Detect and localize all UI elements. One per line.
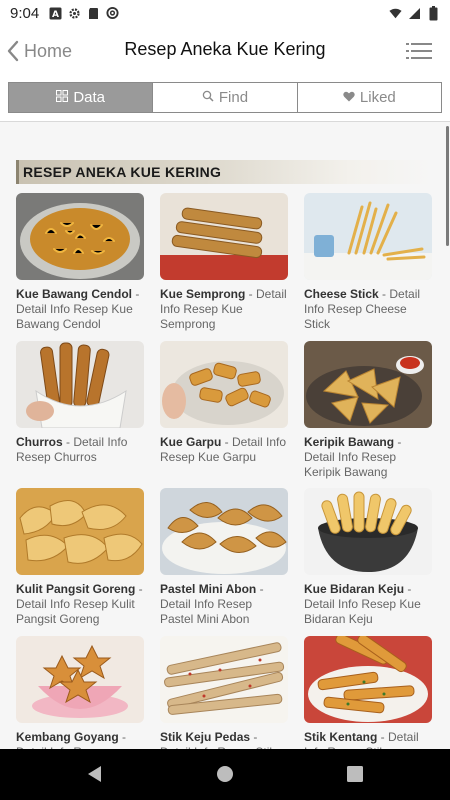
recipe-caption: Kembang Goyang - Detail Info Resep Kemba… [16, 730, 144, 749]
recipe-name: Keripik Bawang [304, 435, 395, 449]
recipe-name: Stik Kentang [304, 730, 378, 744]
recipe-name: Churros [16, 435, 63, 449]
scrollbar[interactable] [446, 126, 449, 246]
recipe-thumbnail [16, 341, 144, 428]
recipe-thumbnail [160, 636, 288, 723]
recipe-card[interactable]: Kue Garpu - Detail Info Resep Kue Garpu [160, 341, 288, 465]
recipe-card[interactable]: Cheese Stick - Detail Info Resep Cheese … [304, 193, 432, 332]
recipe-thumbnail [304, 488, 432, 575]
grid-icon [56, 89, 69, 106]
tab-data-label: Data [73, 89, 105, 106]
recipe-thumbnail [304, 193, 432, 280]
content-area[interactable]: RESEP ANEKA KUE KERING Kue Bawang Cendol… [0, 122, 450, 749]
recipe-card[interactable]: Pastel Mini Abon - Detail Info Resep Pas… [160, 488, 288, 627]
status-time: 9:04 [10, 4, 40, 22]
hamburger-menu-icon [406, 43, 432, 66]
recents-square-icon[interactable] [345, 764, 365, 784]
tab-liked-label: Liked [359, 89, 396, 106]
recipe-card[interactable]: Churros - Detail Info Resep Churros [16, 341, 144, 465]
recipe-name: Pastel Mini Abon [160, 582, 257, 596]
recipe-thumbnail [160, 341, 288, 428]
recipe-caption: Kue Garpu - Detail Info Resep Kue Garpu [160, 435, 288, 465]
tab-find[interactable]: Find [153, 83, 298, 112]
gear-icon [68, 7, 81, 20]
wifi-icon [389, 7, 402, 20]
recipe-card[interactable]: Kue Bidaran Keju - Detail Info Resep Kue… [304, 488, 432, 627]
recipe-thumbnail [160, 193, 288, 280]
recipe-caption: Churros - Detail Info Resep Churros [16, 435, 144, 465]
tab-find-label: Find [218, 89, 249, 106]
recipe-card[interactable]: Stik Kentang - Detail Info Resep Stik Ke… [304, 636, 432, 749]
search-icon [202, 89, 214, 106]
recipe-card[interactable]: Kue Bawang Cendol - Detail Info Resep Ku… [16, 193, 144, 332]
recipe-caption: Kue Bawang Cendol - Detail Info Resep Ku… [16, 287, 144, 332]
recipe-thumbnail [16, 488, 144, 575]
recipe-name: Cheese Stick [304, 287, 379, 301]
recipe-name: Kue Bawang Cendol [16, 287, 133, 301]
section-title: RESEP ANEKA KUE KERING [23, 164, 222, 180]
back-button[interactable]: Home [6, 36, 72, 66]
a-box-icon: A [49, 7, 62, 20]
at-sign-icon [106, 6, 119, 20]
recipe-caption: Cheese Stick - Detail Info Resep Cheese … [304, 287, 432, 332]
recipe-name: Stik Keju Pedas [160, 730, 251, 744]
app-header: Home Resep Aneka Kue Kering [0, 26, 450, 76]
recipe-name: Kue Semprong [160, 287, 246, 301]
recipe-name: Kembang Goyang [16, 730, 119, 744]
segmented-tabs: Data Find Liked [8, 82, 442, 113]
sd-card-icon [87, 7, 100, 20]
recipe-card[interactable]: Kue Semprong - Detail Info Resep Kue Sem… [160, 193, 288, 332]
recipe-card[interactable]: Kulit Pangsit Goreng - Detail Info Resep… [16, 488, 144, 627]
signal-icon [408, 7, 421, 20]
battery-icon [427, 5, 440, 20]
recipe-card[interactable]: Keripik Bawang - Detail Info Resep Kerip… [304, 341, 432, 480]
recipe-card[interactable]: Kembang Goyang - Detail Info Resep Kemba… [16, 636, 144, 749]
recipe-thumbnail [16, 193, 144, 280]
recipe-thumbnail [16, 636, 144, 723]
section-header: RESEP ANEKA KUE KERING [16, 160, 432, 184]
back-triangle-icon[interactable] [85, 764, 105, 784]
tab-data[interactable]: Data [9, 83, 154, 112]
recipe-name: Kue Garpu [160, 435, 222, 449]
recipe-caption: Kulit Pangsit Goreng - Detail Info Resep… [16, 582, 144, 627]
status-bar: 9:04 A [0, 0, 450, 26]
recipe-thumbnail [304, 636, 432, 723]
recipe-thumbnail [304, 341, 432, 428]
hamburger-menu-button[interactable] [406, 40, 432, 62]
recipe-caption: Pastel Mini Abon - Detail Info Resep Pas… [160, 582, 288, 627]
recipe-thumbnail [160, 488, 288, 575]
home-circle-icon[interactable] [215, 764, 235, 784]
status-left-icons: A [49, 6, 119, 20]
recipe-caption: Kue Semprong - Detail Info Resep Kue Sem… [160, 287, 288, 332]
heart-icon [343, 89, 355, 106]
tab-liked[interactable]: Liked [298, 83, 441, 112]
recipe-name: Kulit Pangsit Goreng [16, 582, 136, 596]
back-label: Home [24, 40, 73, 61]
svg-text:A: A [52, 10, 59, 20]
status-right-icons [389, 5, 440, 20]
system-nav-bar [0, 749, 450, 800]
recipe-caption: Stik Kentang - Detail Info Resep Stik Ke… [304, 730, 432, 749]
recipe-caption: Stik Keju Pedas - Detail Info Resep Stik… [160, 730, 288, 749]
recipe-name: Kue Bidaran Keju [304, 582, 405, 596]
recipe-caption: Keripik Bawang - Detail Info Resep Kerip… [304, 435, 432, 480]
recipe-card[interactable]: Stik Keju Pedas - Detail Info Resep Stik… [160, 636, 288, 749]
chevron-left-icon [6, 40, 20, 62]
recipe-caption: Kue Bidaran Keju - Detail Info Resep Kue… [304, 582, 432, 627]
